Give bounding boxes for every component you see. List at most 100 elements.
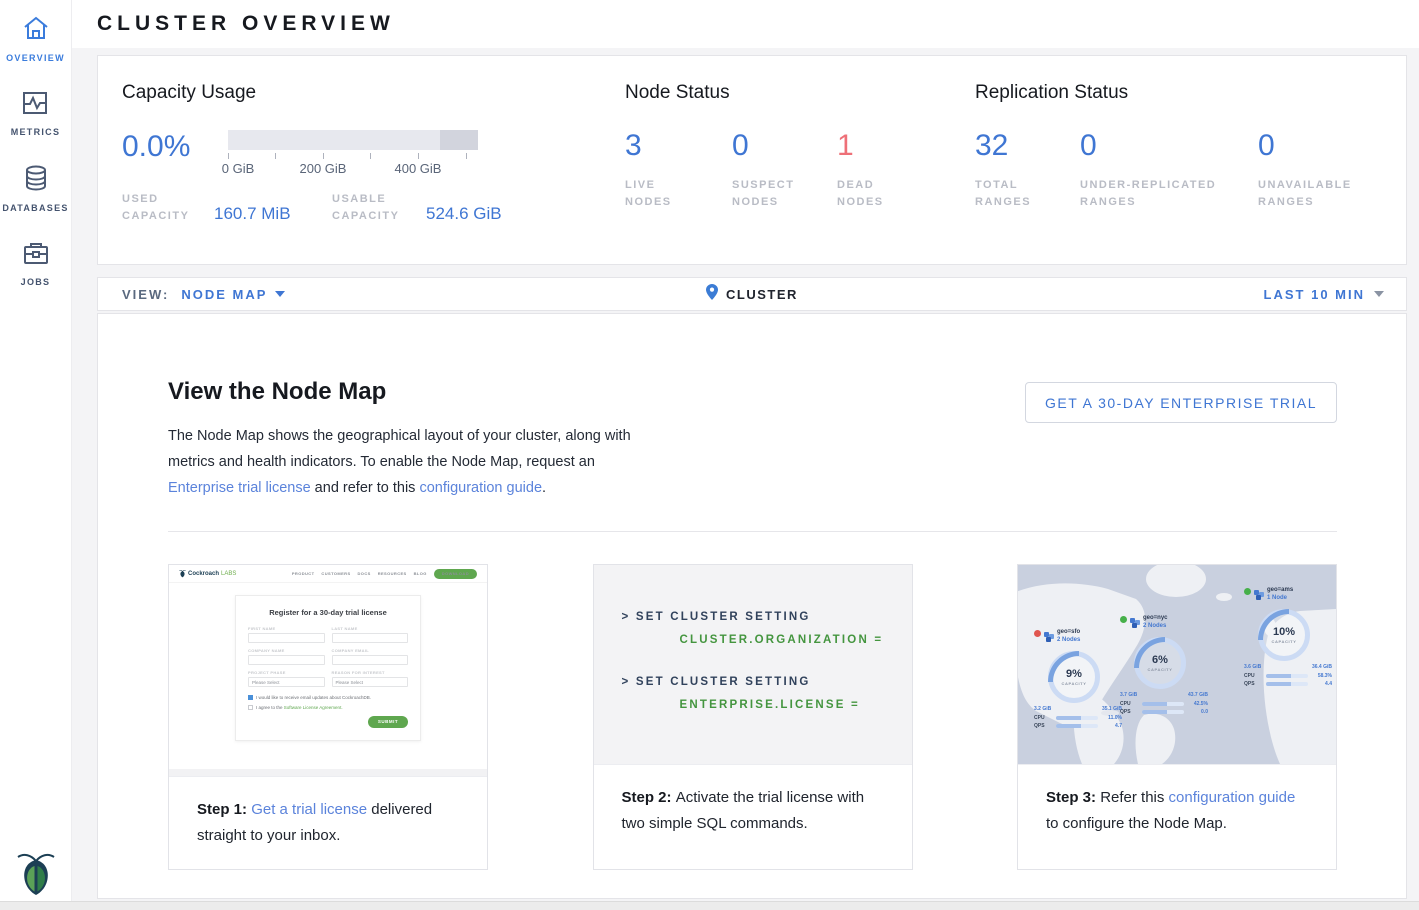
sql-setting: ENTERPRISE.LICENSE = xyxy=(680,699,860,711)
node-cubes-icon xyxy=(1130,615,1140,633)
region-total: 36.4 GiB xyxy=(1312,664,1332,670)
qps-value: 4.4 xyxy=(1316,681,1332,687)
region-capacity-percent: 10% xyxy=(1273,626,1295,638)
mini-nav-item: DOCS xyxy=(358,571,371,576)
mini-submit-button: SUBMIT xyxy=(368,716,408,728)
time-range-dropdown[interactable]: LAST 10 MIN xyxy=(1264,287,1384,302)
capacity-axis-ticks xyxy=(228,152,478,160)
mini-brand: Cockroach LABS xyxy=(179,569,236,578)
mini-field-label: REASON FOR INTEREST xyxy=(332,670,409,675)
mini-nav: PRODUCT CUSTOMERS DOCS RESOURCES BLOG DO… xyxy=(292,569,477,579)
region-status-ok-icon xyxy=(1120,616,1127,623)
view-selector-dropdown[interactable]: NODE MAP xyxy=(181,287,285,302)
configuration-guide-link[interactable]: configuration guide xyxy=(1169,789,1296,806)
map-pin-icon xyxy=(706,284,718,305)
mini-form-title: Register for a 30-day trial license xyxy=(248,608,408,617)
unavailable-ranges-value: 0 xyxy=(1258,131,1368,161)
get-enterprise-trial-button[interactable]: GET A 30-DAY ENTERPRISE TRIAL xyxy=(1025,382,1337,423)
region-capacity-label: CAPACITY xyxy=(1062,681,1087,686)
configuration-guide-link[interactable]: configuration guide xyxy=(419,480,542,496)
region-name: geo=nyc xyxy=(1143,615,1168,623)
prompt-glyph: > xyxy=(622,676,631,688)
capacity-usage-title: Capacity Usage xyxy=(122,82,625,104)
region-total: 43.7 GiB xyxy=(1188,692,1208,698)
mini-field-label: LAST NAME xyxy=(332,626,409,631)
sidebar-item-label: OVERVIEW xyxy=(6,53,65,63)
mini-footer xyxy=(169,769,487,776)
capacity-percent: 0.0% xyxy=(122,130,228,177)
axis-tick-label: 200 GiB xyxy=(300,161,347,176)
qps-label: QPS xyxy=(1034,723,1048,729)
scope-label: CLUSTER xyxy=(726,287,798,302)
region-used: 3.6 GiB xyxy=(1244,664,1261,670)
step-text: to configure the Node Map. xyxy=(1046,815,1227,832)
divider xyxy=(168,531,1337,532)
cpu-bar xyxy=(1142,702,1184,706)
chevron-down-icon xyxy=(275,291,285,297)
total-ranges-value: 32 xyxy=(975,131,1080,161)
sidebar-item-label: METRICS xyxy=(11,127,61,137)
sidebar-item-databases[interactable]: DATABASES xyxy=(2,164,68,213)
step-1-card: Cockroach LABS PRODUCT CUSTOMERS DOCS RE… xyxy=(168,564,488,870)
prompt-glyph: > xyxy=(622,611,631,623)
cpu-bar xyxy=(1266,674,1308,678)
suspect-nodes-value: 0 xyxy=(732,131,837,161)
step-2-card: > SET CLUSTER SETTING CLUSTER.ORGANIZATI… xyxy=(593,564,913,870)
cpu-value: 58.3% xyxy=(1316,673,1332,679)
horizontal-scrollbar[interactable] xyxy=(0,901,1419,910)
chevron-down-icon xyxy=(1374,291,1384,297)
enterprise-trial-license-link[interactable]: Enterprise trial license xyxy=(168,480,311,496)
time-range-value: LAST 10 MIN xyxy=(1264,287,1365,302)
sidebar-item-overview[interactable]: OVERVIEW xyxy=(6,14,65,63)
capacity-gauge: 0 GiB 200 GiB 400 GiB xyxy=(228,130,478,177)
sql-commands-thumbnail: > SET CLUSTER SETTING CLUSTER.ORGANIZATI… xyxy=(594,565,912,765)
node-cubes-icon xyxy=(1254,587,1264,605)
mini-nav-item: PRODUCT xyxy=(292,571,315,576)
qps-bar xyxy=(1266,682,1308,686)
region-node-count: 2 Nodes xyxy=(1057,637,1080,645)
cpu-bar xyxy=(1056,716,1098,720)
mini-register-form: Register for a 30-day trial license FIRS… xyxy=(235,595,421,741)
sidebar-item-jobs[interactable]: JOBS xyxy=(21,240,51,287)
step-2-label: Step 2: xyxy=(622,789,676,806)
replication-status-title: Replication Status xyxy=(975,82,1406,104)
axis-tick-label: 400 GiB xyxy=(395,161,442,176)
cpu-label: CPU xyxy=(1120,701,1134,707)
get-trial-license-link[interactable]: Get a trial license xyxy=(251,801,367,818)
step-1-text: Step 1: Get a trial license delivered st… xyxy=(169,777,487,869)
step-3-text: Step 3: Refer this configuration guide t… xyxy=(1018,765,1336,857)
node-status-section: Node Status 3 LIVE NODES 0 SUSPECT NODES… xyxy=(625,56,975,264)
mini-field-label: COMPANY NAME xyxy=(248,648,325,653)
node-status-title: Node Status xyxy=(625,82,975,104)
node-map-heading: View the Node Map xyxy=(168,378,648,406)
mini-field-label: PROJECT PHASE xyxy=(248,670,325,675)
description-text: . xyxy=(542,480,546,496)
unavailable-ranges-label: UNAVAILABLE RANGES xyxy=(1258,177,1368,211)
sidebar-item-label: JOBS xyxy=(21,277,51,287)
view-label: VIEW: xyxy=(122,287,169,302)
map-region-ams: geo=ams 1 Node 10% CAPACITY 3.6 GiB36.4 … xyxy=(1244,587,1336,690)
mini-input xyxy=(332,633,409,643)
region-capacity-percent: 6% xyxy=(1152,654,1168,666)
region-node-count: 2 Nodes xyxy=(1143,623,1168,631)
mini-checkbox xyxy=(248,705,253,710)
cpu-label: CPU xyxy=(1244,673,1258,679)
sidebar-item-metrics[interactable]: METRICS xyxy=(11,90,61,137)
mini-field-label: FIRST NAME xyxy=(248,626,325,631)
step-3-label: Step 3: xyxy=(1046,789,1100,806)
description-text: The Node Map shows the geographical layo… xyxy=(168,428,631,470)
usable-capacity-value: 524.6 GiB xyxy=(426,204,502,225)
trial-license-page-thumbnail: Cockroach LABS PRODUCT CUSTOMERS DOCS RE… xyxy=(169,565,487,777)
region-name: geo=sfo xyxy=(1057,629,1080,637)
scope-breadcrumb: CLUSTER xyxy=(98,284,1406,305)
region-name: geo=ams xyxy=(1267,587,1293,595)
description-text: and refer to this xyxy=(311,480,420,496)
capacity-gauge-ring: 9% CAPACITY xyxy=(1048,651,1100,703)
qps-bar xyxy=(1056,724,1098,728)
mini-nav-item: CUSTOMERS xyxy=(321,571,350,576)
node-map-description: The Node Map shows the geographical layo… xyxy=(168,423,648,501)
region-capacity-percent: 9% xyxy=(1066,668,1082,680)
briefcase-icon xyxy=(22,240,50,271)
content: Capacity Usage 0.0% 0 GiB 200 GiB 400 Gi… xyxy=(72,48,1419,910)
node-map-thumbnail: geo=sfo 2 Nodes 9% CAPACITY 3.2 GiB35.1 … xyxy=(1018,565,1336,765)
